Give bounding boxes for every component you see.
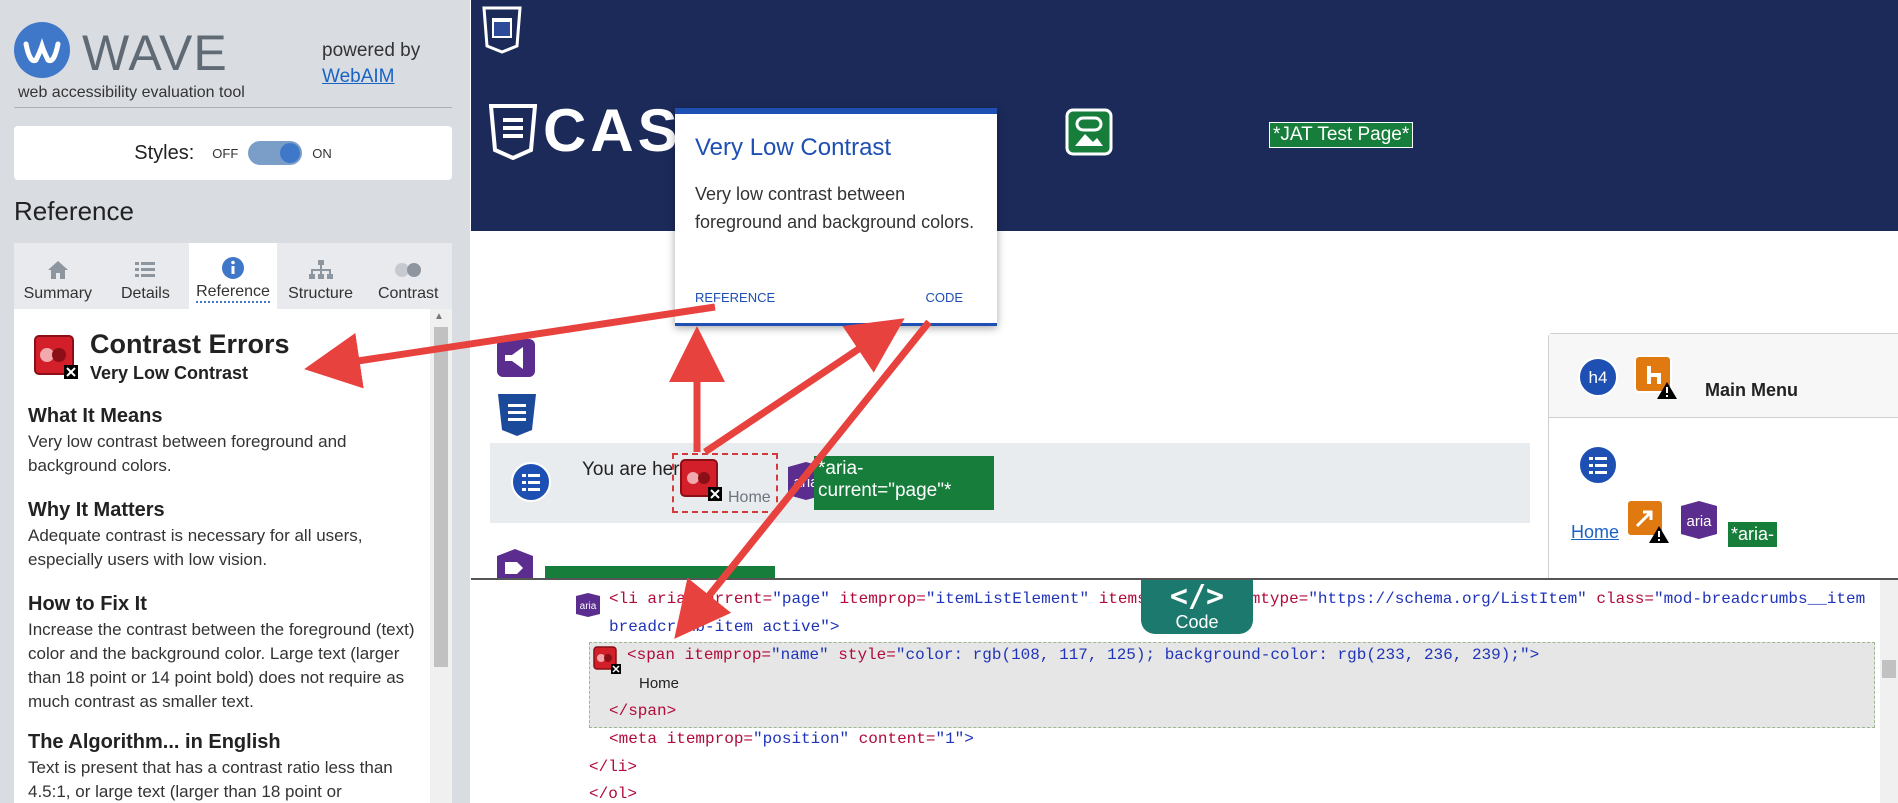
section-heading: The Algorithm... in English [28, 731, 281, 753]
contrast-error-icon [34, 335, 78, 384]
list-icon [134, 255, 156, 285]
styles-toggle[interactable] [248, 141, 303, 165]
tooltip-code-link[interactable]: CODE [925, 290, 963, 305]
powered-by-label: powered by [322, 40, 421, 61]
styles-toggle-box: Styles: OFF ON [14, 126, 452, 180]
menu-home-link[interactable]: Home [1571, 522, 1619, 543]
tab-details[interactable]: Details [102, 243, 190, 309]
heading-alert-icon [1633, 354, 1679, 405]
code-line-5: </span> [609, 702, 677, 720]
wave-sidebar: WAVE web accessibility evaluation tool p… [0, 0, 470, 803]
tab-reference-label: Reference [196, 283, 270, 303]
breadcrumb-bar: You are here: Home aria [490, 443, 1530, 523]
wave-tabs: Summary Details Reference Structure Cont… [14, 243, 452, 309]
section-heading: Why It Matters [28, 499, 165, 521]
linked-image-icon [1065, 108, 1113, 161]
main-menu-card: h4 Main Menu Home aria [1548, 333, 1898, 578]
link-alert-icon [1625, 498, 1671, 549]
panel-heading: Reference [14, 196, 134, 226]
code-scrollbar-thumb[interactable] [1882, 660, 1896, 678]
wave-logo-icon [14, 22, 70, 78]
code-line-8: </ol> [589, 785, 638, 803]
aria-partial-label: *aria- [1728, 522, 1778, 547]
code-icon: </> [1169, 579, 1225, 614]
tab-reference[interactable]: Reference [189, 243, 277, 309]
section-body: Adequate contrast is necessary for all u… [28, 526, 363, 569]
menu-aria-icon: aria [1679, 500, 1719, 545]
html5-icon [482, 6, 522, 59]
tab-details-label: Details [120, 285, 170, 302]
code-tab-label: Code [1175, 612, 1219, 632]
section-what-it-means: What It Means Very low contrast between … [28, 405, 424, 478]
toggle-knob [280, 143, 301, 163]
styles-label: Styles: [134, 141, 195, 164]
aria-current-label: *aria-current="page"* [814, 456, 994, 510]
site-logo-icon [488, 104, 538, 165]
h4-heading-icon: h4 [1577, 356, 1619, 403]
menu-list-icon [1577, 444, 1619, 491]
toggle-off-label: OFF [212, 145, 239, 161]
home-icon [47, 255, 69, 285]
contrast-icon [393, 255, 423, 285]
main-menu-heading: Main Menu [1705, 380, 1798, 400]
code-aria-icon: aria [575, 592, 601, 623]
code-panel: aria <li aria-current="page" itemprop="i… [471, 578, 1898, 803]
section-body: Increase the contrast between the foregr… [28, 620, 415, 711]
info-icon [221, 253, 245, 283]
tab-structure-label: Structure [288, 285, 354, 302]
wave-brand: WAVE web accessibility evaluation tool p… [14, 22, 450, 108]
contrast-tooltip: Very Low Contrast Very low contrast betw… [675, 108, 997, 326]
tab-summary[interactable]: Summary [14, 243, 102, 309]
green-label-partial [545, 566, 775, 578]
reference-title: Contrast Errors [90, 329, 290, 359]
reference-scrollbar[interactable]: ▲ [430, 309, 452, 803]
ordered-list-icon [510, 461, 552, 508]
structure-icon [308, 255, 334, 285]
tooltip-reference-link[interactable]: REFERENCE [695, 290, 775, 305]
code-aria-icon-text: aria [580, 601, 597, 612]
main-menu-header: h4 Main Menu [1549, 334, 1898, 418]
wave-tagline: web accessibility evaluation tool [18, 84, 245, 101]
webaim-link[interactable]: WebAIM [322, 66, 395, 87]
html5-small-icon [496, 392, 538, 443]
breadcrumb-home-error[interactable]: Home [672, 453, 778, 513]
scroll-up-arrow-icon[interactable]: ▲ [434, 311, 444, 322]
section-body: Very low contrast between foreground and… [28, 432, 347, 475]
code-line-3: <span itemprop="name" style="color: rgb(… [627, 646, 1540, 664]
code-contrast-error-icon [593, 646, 621, 679]
code-line-6: <meta itemprop="position" content="1"> [609, 730, 974, 748]
section-heading: How to Fix It [28, 593, 147, 615]
tab-contrast[interactable]: Contrast [364, 243, 452, 309]
jat-label: *JAT Test Page* [1269, 122, 1414, 148]
section-algorithm: The Algorithm... in English Text is pres… [28, 731, 424, 803]
reference-subtitle: Very Low Contrast [90, 363, 249, 383]
code-line-7: </li> [589, 758, 638, 776]
section-how-to-fix: How to Fix It Increase the contrast betw… [28, 593, 424, 714]
h4-icon-text: h4 [1589, 368, 1608, 387]
tab-contrast-label: Contrast [377, 285, 439, 302]
wave-logo-text: WAVE [82, 25, 228, 81]
breadcrumb-home[interactable]: Home [728, 489, 771, 507]
tooltip-body: Very low contrast between foreground and… [695, 184, 975, 232]
tag-icon [495, 548, 535, 578]
code-line-2: breadcrumb-item active"> [609, 618, 840, 636]
tooltip-title: Very Low Contrast [695, 134, 892, 161]
code-line-4: Home [639, 675, 680, 692]
section-body: Text is present that has a contrast rati… [28, 758, 393, 801]
powered-by: powered by WebAIM [322, 38, 420, 90]
code-toggle-tab[interactable]: </> Code [1141, 580, 1253, 634]
tab-summary-label: Summary [23, 285, 93, 302]
toggle-on-label: ON [312, 145, 332, 161]
scrollbar-thumb[interactable] [434, 327, 448, 667]
code-scrollbar[interactable] [1880, 580, 1898, 803]
reference-panel: Contrast Errors Very Low Contrast What I… [14, 309, 430, 803]
section-heading: What It Means [28, 405, 163, 427]
contrast-error-icon[interactable] [680, 459, 722, 506]
brand-divider [14, 107, 452, 108]
tab-structure[interactable]: Structure [277, 243, 365, 309]
landmark-icon [496, 338, 536, 383]
section-why-it-matters: Why It Matters Adequate contrast is nece… [28, 499, 424, 572]
menu-aria-icon-text: aria [1686, 513, 1712, 530]
